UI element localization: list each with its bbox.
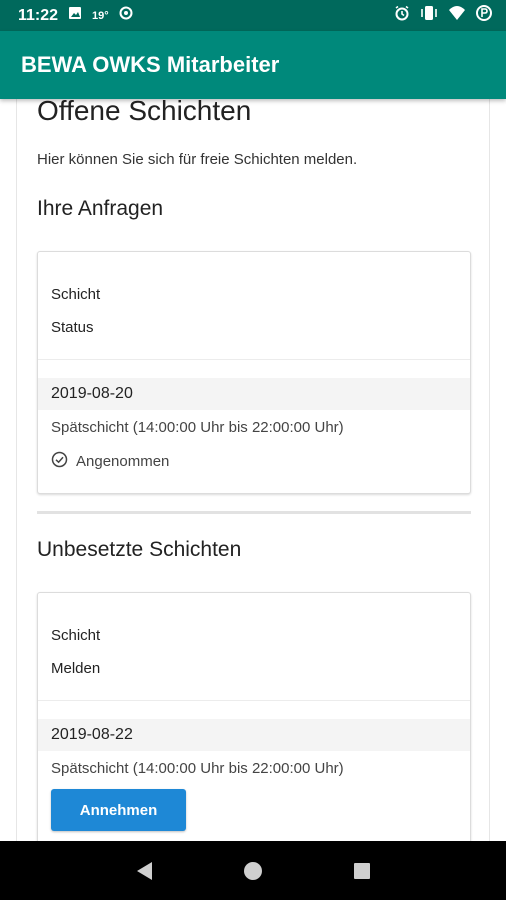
target-icon (119, 6, 133, 25)
request-status: Angenommen (51, 451, 169, 472)
back-icon[interactable] (129, 856, 159, 886)
recents-icon[interactable] (347, 856, 377, 886)
requests-card: Schicht Status 2019-08-20 Spätschicht (1… (37, 251, 471, 494)
open-shifts-col-report: Melden (51, 660, 101, 677)
open-shifts-col-shift: Schicht (51, 627, 101, 644)
open-shift-shift: Spätschicht (14:00:00 Uhr bis 22:00:00 U… (51, 760, 344, 777)
status-temperature: 19° (92, 9, 109, 22)
image-icon (68, 6, 82, 25)
requests-col-shift: Schicht (51, 286, 101, 303)
section-divider (37, 511, 471, 514)
app-bar: BEWA OWKS Mitarbeiter (0, 31, 506, 99)
page-intro: Hier können Sie sich für freie Schichten… (37, 151, 358, 168)
status-time: 11:22 (18, 6, 59, 24)
open-shifts-heading: Unbesetzte Schichten (37, 538, 242, 561)
open-shift-date-row: 2019-08-22 (38, 719, 470, 751)
status-bar: 11:22 19° (0, 0, 506, 31)
request-date: 2019-08-20 (51, 385, 133, 402)
status-bar-left: 11:22 19° (18, 6, 133, 25)
alarm-icon (394, 5, 410, 26)
open-shifts-card: Schicht Melden 2019-08-22 Spätschicht (1… (37, 592, 471, 841)
request-date-row: 2019-08-20 (38, 378, 470, 410)
app-title: BEWA OWKS Mitarbeiter (21, 52, 280, 77)
home-icon[interactable] (238, 856, 268, 886)
request-status-label: Angenommen (76, 453, 170, 470)
content-area[interactable]: Offene Schichten Hier können Sie sich fü… (0, 99, 506, 841)
requests-col-status: Status (51, 319, 94, 336)
check-circle-icon (51, 451, 68, 472)
battery-icon (476, 4, 492, 27)
status-bar-right (394, 4, 492, 27)
vibrate-icon (420, 5, 438, 26)
page-title: Offene Schichten (37, 99, 252, 126)
open-shifts-header-separator (38, 700, 470, 701)
page-container: Offene Schichten Hier können Sie sich fü… (16, 99, 490, 841)
nav-bar (0, 841, 506, 900)
wifi-icon (448, 5, 466, 26)
accept-shift-button[interactable]: Annehmen (51, 789, 186, 831)
requests-heading: Ihre Anfragen (37, 197, 164, 220)
request-shift: Spätschicht (14:00:00 Uhr bis 22:00:00 U… (51, 419, 344, 436)
requests-header-separator (38, 359, 470, 360)
open-shift-date: 2019-08-22 (51, 726, 133, 743)
